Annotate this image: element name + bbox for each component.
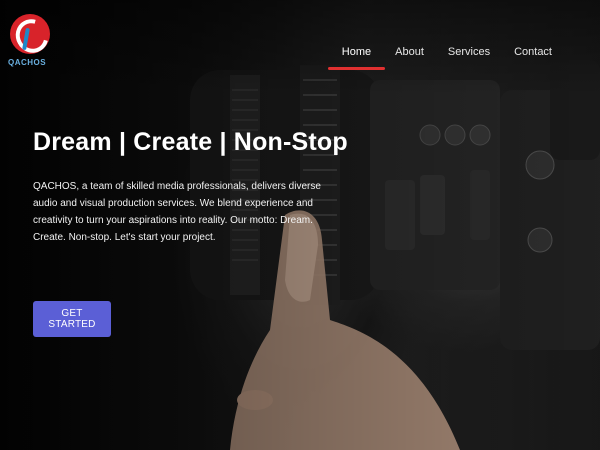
hero-headline: Dream | Create | Non-Stop	[33, 128, 348, 156]
logo-text: QACHOS	[8, 58, 47, 67]
hero-section: QACHOS Home About Services Contact Dream…	[0, 0, 600, 450]
main-nav: Home About Services Contact	[327, 44, 564, 70]
site-logo[interactable]: QACHOS	[8, 13, 55, 76]
nav-about[interactable]: About	[383, 44, 436, 70]
hero-description: QACHOS, a team of skilled media professi…	[33, 181, 321, 243]
logo-icon	[9, 13, 55, 59]
nav-contact[interactable]: Contact	[502, 44, 564, 70]
nav-home[interactable]: Home	[327, 44, 386, 70]
get-started-button[interactable]: GET STARTED	[33, 301, 111, 337]
nav-services[interactable]: Services	[436, 44, 502, 70]
